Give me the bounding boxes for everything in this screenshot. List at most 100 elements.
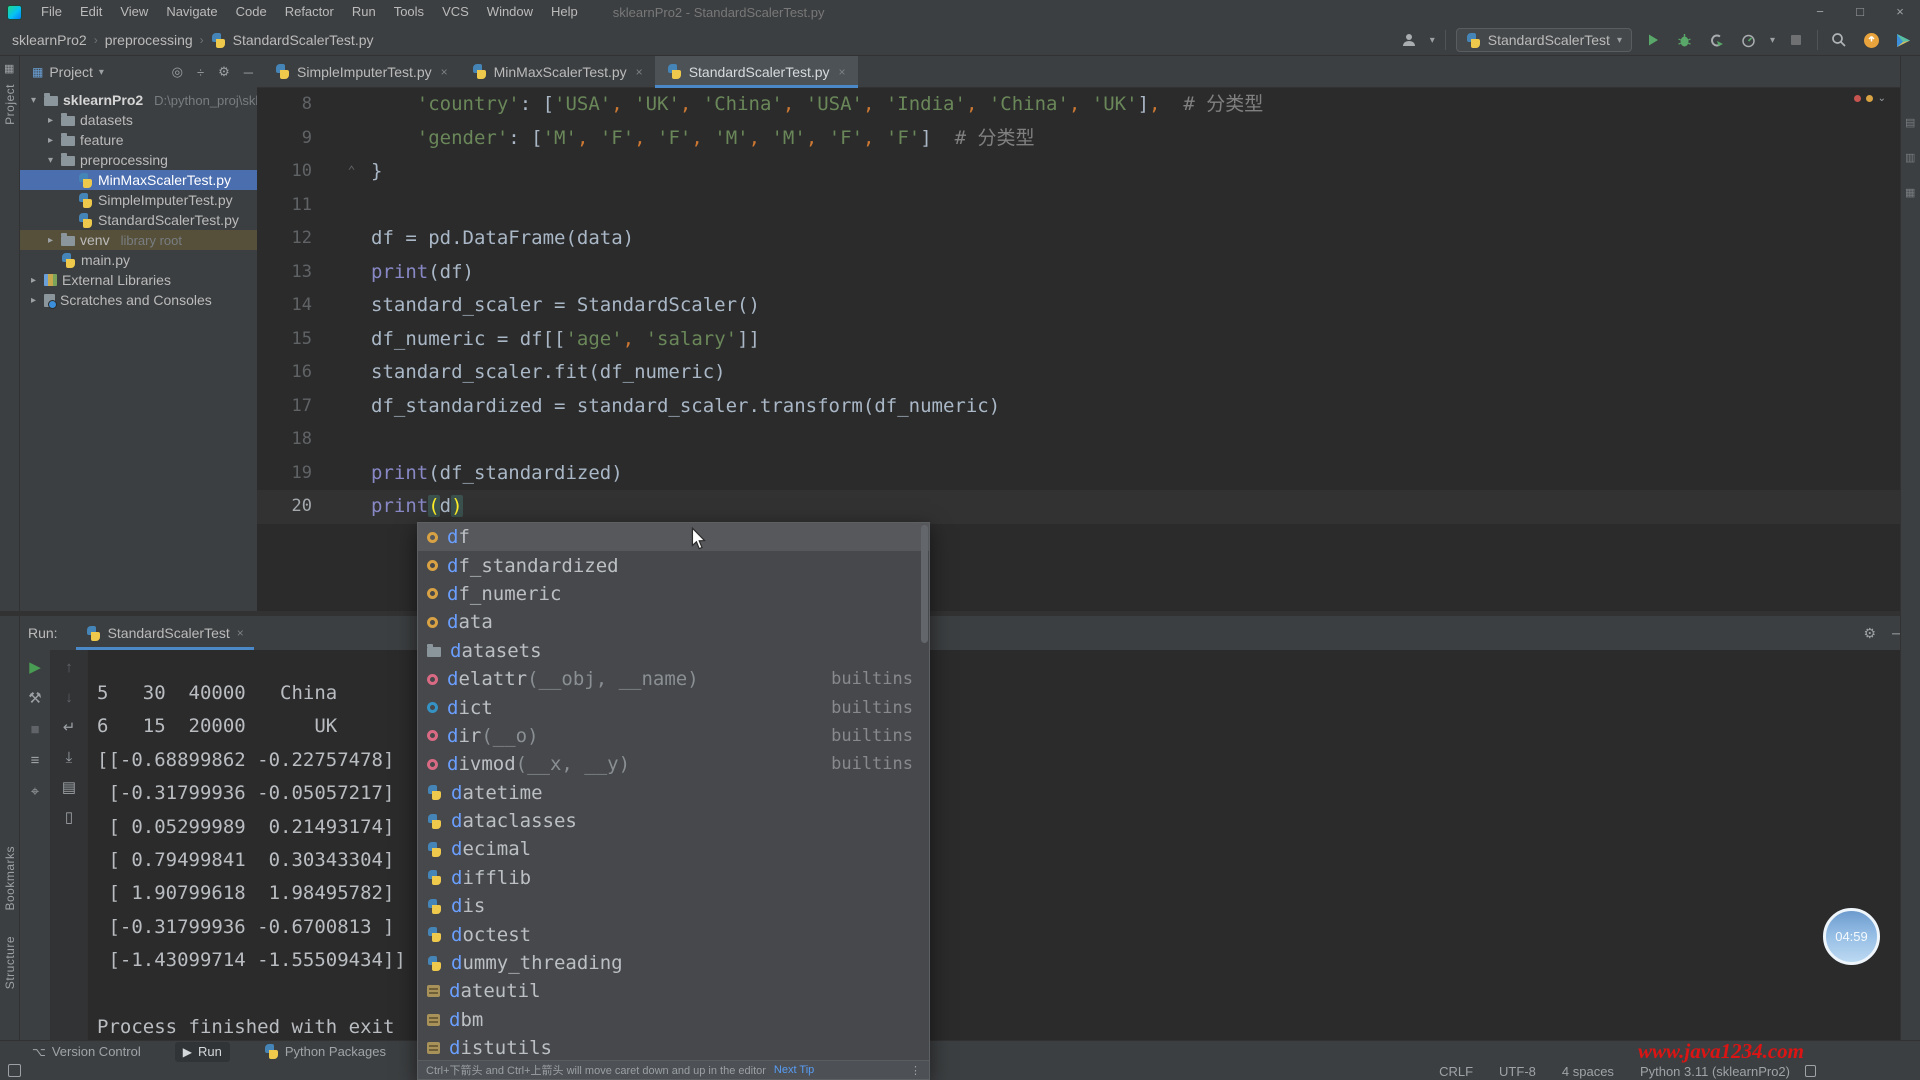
next-tip-link[interactable]: Next Tip xyxy=(774,1064,814,1076)
console-output[interactable]: 5 30 40000 China6 15 20000 UK[[-0.688998… xyxy=(97,677,406,1044)
completion-item-dis[interactable]: dis xyxy=(418,892,929,920)
profiler-button[interactable] xyxy=(1738,29,1760,51)
tree-item-standardscalertest-py[interactable]: StandardScalerTest.py xyxy=(20,210,257,230)
tree-chevron-icon[interactable]: ▸ xyxy=(28,275,39,286)
code-line-15[interactable]: 15df_numeric = df[['age', 'salary']] xyxy=(257,323,1920,357)
kebab-menu-icon[interactable]: ⋮ xyxy=(910,1064,921,1077)
hide-panel-icon[interactable]: ─ xyxy=(240,65,257,80)
plugin-icon[interactable] xyxy=(1892,29,1914,51)
clear-console-icon[interactable]: ▯ xyxy=(65,808,73,828)
menu-file[interactable]: File xyxy=(32,4,71,19)
maximize-button[interactable]: □ xyxy=(1840,0,1880,24)
menu-help[interactable]: Help xyxy=(542,4,587,19)
tool-stripe-project[interactable]: Project xyxy=(3,84,17,125)
menu-view[interactable]: View xyxy=(111,4,157,19)
toolwindow-button-version-control[interactable]: ⌥Version Control xyxy=(24,1042,149,1062)
updates-icon[interactable] xyxy=(1860,29,1882,51)
breadcrumb-project[interactable]: sklearnPro2 xyxy=(12,32,87,48)
tool-stripe-bookmarks[interactable]: Bookmarks xyxy=(3,846,17,911)
toolwindow-button-python-packages[interactable]: Python Packages xyxy=(256,1042,394,1062)
tree-item-preprocessing[interactable]: ▾preprocessing xyxy=(20,150,257,170)
locate-file-icon[interactable]: ◎ xyxy=(168,64,187,80)
tree-chevron-icon[interactable]: ▾ xyxy=(45,155,56,166)
completion-item-dir__o[interactable]: dir(__o)builtins xyxy=(418,722,929,750)
code-line-19[interactable]: 19print(df_standardized) xyxy=(257,457,1920,491)
tree-chevron-icon[interactable]: ▸ xyxy=(45,115,56,126)
code-line-14[interactable]: 14standard_scaler = StandardScaler() xyxy=(257,289,1920,323)
tree-chevron-icon[interactable]: ▸ xyxy=(45,235,56,246)
popup-scrollbar[interactable] xyxy=(921,525,928,643)
menu-run[interactable]: Run xyxy=(343,4,385,19)
encoding-indicator[interactable]: UTF-8 xyxy=(1499,1064,1536,1079)
search-icon[interactable] xyxy=(1828,29,1850,51)
code-line-13[interactable]: 13print(df) xyxy=(257,256,1920,290)
code-line-8[interactable]: 8 'country': ['USA', 'UK', 'China', 'USA… xyxy=(257,88,1920,122)
chevron-down-icon[interactable]: ▾ xyxy=(99,67,104,78)
profiler-dropdown-caret[interactable]: ▾ xyxy=(1770,35,1775,46)
scroll-to-end-icon[interactable]: ⤓ xyxy=(66,748,73,768)
settings-gear-icon[interactable]: ⚙ xyxy=(214,64,234,80)
rerun-icon[interactable]: ▶ xyxy=(29,658,41,678)
completion-item-datasets[interactable]: datasets xyxy=(418,637,929,665)
tool-stripe-structure[interactable]: Structure xyxy=(3,936,17,989)
menu-code[interactable]: Code xyxy=(227,4,276,19)
tree-chevron-icon[interactable]: ▸ xyxy=(45,135,56,146)
code-line-16[interactable]: 16standard_scaler.fit(df_numeric) xyxy=(257,356,1920,390)
right-stripe-icon[interactable]: ▦ xyxy=(1905,186,1915,199)
tab-simpleimputertest-py[interactable]: SimpleImputerTest.py× xyxy=(263,56,460,87)
tree-item-minmaxscalertest-py[interactable]: MinMaxScalerTest.py xyxy=(20,170,257,190)
tree-item-simpleimputertest-py[interactable]: SimpleImputerTest.py xyxy=(20,190,257,210)
menu-window[interactable]: Window xyxy=(478,4,542,19)
user-icon[interactable] xyxy=(1398,29,1420,51)
line-ending-indicator[interactable]: CRLF xyxy=(1439,1064,1473,1079)
code-line-10[interactable]: 10⌃} xyxy=(257,155,1920,189)
tree-item-external-libraries[interactable]: ▸External Libraries xyxy=(20,270,257,290)
coverage-button[interactable] xyxy=(1706,29,1728,51)
toolwindow-button-run[interactable]: ▶Run xyxy=(175,1042,230,1062)
completion-item-distutils[interactable]: distutils xyxy=(418,1034,929,1062)
tree-item-feature[interactable]: ▸feature xyxy=(20,130,257,150)
run-button[interactable] xyxy=(1642,29,1664,51)
menu-tools[interactable]: Tools xyxy=(385,4,433,19)
print-icon[interactable]: ▤ xyxy=(62,778,76,798)
tree-chevron-icon[interactable]: ▸ xyxy=(28,295,39,306)
code-line-12[interactable]: 12df = pd.DataFrame(data) xyxy=(257,222,1920,256)
completion-item-dateutil[interactable]: dateutil xyxy=(418,977,929,1005)
menu-vcs[interactable]: VCS xyxy=(433,4,478,19)
right-stripe-icon[interactable]: ▥ xyxy=(1905,151,1915,164)
settings-gear-icon[interactable]: ⚙ xyxy=(1864,625,1877,642)
layout-icon[interactable] xyxy=(8,1064,21,1077)
code-line-9[interactable]: 9 'gender': ['M', 'F', 'F', 'M', 'M', 'F… xyxy=(257,122,1920,156)
breadcrumb-file[interactable]: StandardScalerTest.py xyxy=(233,32,374,48)
inspections-widget[interactable]: ⌄ xyxy=(1854,93,1886,104)
close-icon[interactable]: × xyxy=(441,65,448,79)
debug-button[interactable] xyxy=(1674,29,1696,51)
completion-item-dict[interactable]: dictbuiltins xyxy=(418,693,929,721)
completion-item-decimal[interactable]: decimal xyxy=(418,835,929,863)
minimize-button[interactable]: − xyxy=(1800,0,1840,24)
close-icon[interactable]: × xyxy=(839,65,846,79)
indent-indicator[interactable]: 4 spaces xyxy=(1562,1064,1614,1079)
tree-item-venv[interactable]: ▸venvlibrary root xyxy=(20,230,257,250)
soft-wrap-icon[interactable]: ↵ xyxy=(63,718,76,738)
run-configuration-select[interactable]: StandardScalerTest ▾ xyxy=(1456,28,1632,52)
pin-icon[interactable]: ⌖ xyxy=(31,782,39,802)
run-console-tab[interactable]: StandardScalerTest × xyxy=(76,616,254,650)
code-line-17[interactable]: 17df_standardized = standard_scaler.tran… xyxy=(257,390,1920,424)
right-stripe-icon[interactable]: ▤ xyxy=(1905,116,1915,129)
close-icon[interactable]: × xyxy=(636,65,643,79)
fold-marker-icon[interactable]: ⌃ xyxy=(332,155,371,189)
close-icon[interactable]: × xyxy=(237,626,244,640)
tab-minmaxscalertest-py[interactable]: MinMaxScalerTest.py× xyxy=(460,56,655,87)
completion-item-delattr__obj__name[interactable]: delattr(__obj, __name)builtins xyxy=(418,665,929,693)
close-button[interactable]: × xyxy=(1880,0,1920,24)
breadcrumb-package[interactable]: preprocessing xyxy=(105,32,193,48)
interpreter-indicator[interactable]: Python 3.11 (sklearnPro2) xyxy=(1640,1064,1790,1079)
tool-stripe-grid-icon[interactable]: ▦ xyxy=(4,62,14,75)
tree-item-main-py[interactable]: main.py xyxy=(20,250,257,270)
tree-item-scratches-and-consoles[interactable]: ▸Scratches and Consoles xyxy=(20,290,257,310)
user-dropdown-caret[interactable]: ▾ xyxy=(1430,35,1435,46)
collapse-all-icon[interactable]: ÷ xyxy=(193,65,208,80)
completion-item-df[interactable]: df xyxy=(418,523,929,551)
tree-item-sklearnpro2[interactable]: ▾sklearnPro2D:\python_proj\sklearnPro2 xyxy=(20,90,257,110)
